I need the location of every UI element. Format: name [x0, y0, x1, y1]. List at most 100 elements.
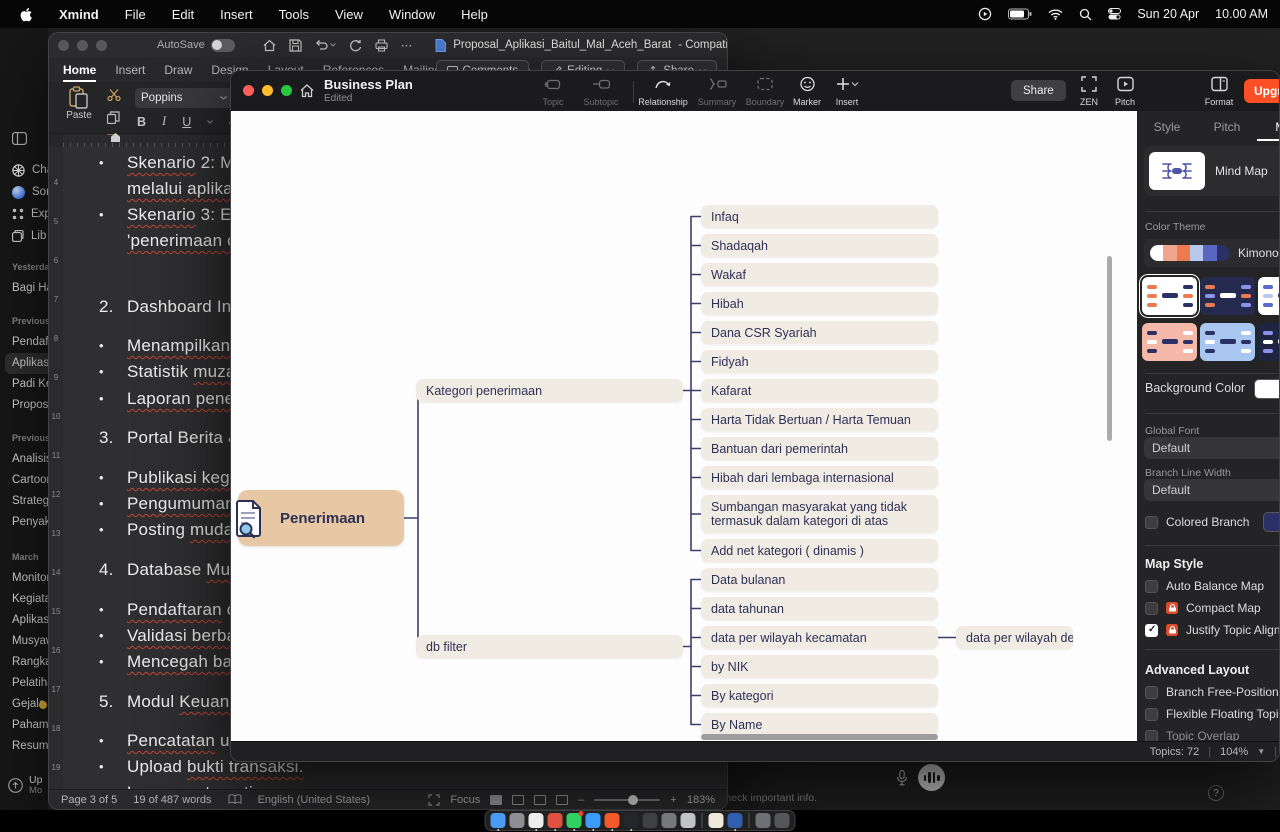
chat-history-item[interactable]: Musyaw [0, 631, 48, 652]
mindmap-topic[interactable]: data per wilayah desa [956, 626, 1073, 649]
mindmap-canvas[interactable]: Penerimaan Kategori penerimaan db filter… [231, 111, 1137, 743]
media-playing-icon[interactable] [978, 7, 992, 21]
dock-app[interactable] [662, 813, 677, 828]
menu-item[interactable]: File [125, 7, 146, 22]
insert-tool[interactable]: Insert [821, 76, 873, 110]
subtopic-tool[interactable]: Subtopic [575, 76, 627, 110]
compact-map-checkbox[interactable] [1145, 602, 1158, 615]
chat-history-item[interactable]: Penyakit [0, 512, 48, 533]
theme-thumbnail-selected[interactable] [1142, 277, 1197, 315]
redo-icon[interactable] [349, 39, 362, 52]
mindmap-topic[interactable]: Hibah dari lembaga internasional [701, 466, 938, 489]
chat-history-item[interactable]: Resume [0, 736, 48, 757]
voice-mode-button[interactable] [918, 764, 945, 791]
theme-thumbnail[interactable] [1258, 323, 1280, 361]
draft-view-icon[interactable] [556, 795, 568, 805]
panel-tab-style[interactable]: Style [1137, 115, 1197, 141]
mindmap-topic[interactable]: data tahunan [701, 597, 938, 620]
font-family-select[interactable]: Poppins [135, 88, 233, 108]
proofing-icon[interactable] [228, 794, 242, 805]
page-indicator[interactable]: Page 3 of 5 [61, 794, 117, 806]
theme-thumbnail[interactable] [1200, 323, 1255, 361]
flexible-floating-topic-checkbox[interactable] [1145, 708, 1158, 721]
mindmap-topic[interactable]: Kafarat [701, 379, 938, 402]
sidebar-item-explore[interactable]: Exp [12, 204, 48, 224]
central-topic[interactable]: Penerimaan [238, 490, 404, 546]
dock-app[interactable] [605, 813, 620, 828]
theme-thumbnail[interactable] [1142, 323, 1197, 361]
mindmap-topic[interactable]: Data bulanan [701, 568, 938, 591]
sidebar-toggle-icon[interactable] [12, 132, 27, 145]
upgrade-button[interactable]: Upgrade [1244, 79, 1280, 103]
panel-tab-pitch[interactable]: Pitch [1197, 115, 1257, 141]
dock-app[interactable] [775, 813, 790, 828]
help-button[interactable]: ? [1208, 785, 1224, 801]
tab-home[interactable]: Home [63, 57, 96, 82]
dock-app[interactable] [586, 813, 601, 828]
bold-button[interactable]: B [137, 115, 146, 129]
pitch-tool[interactable]: Pitch [1099, 76, 1151, 110]
dock-app[interactable] [709, 813, 724, 828]
branch-line-width-select[interactable]: Default [1144, 479, 1280, 501]
dock-app[interactable] [567, 813, 582, 828]
mindmap-topic[interactable]: Dana CSR Syariah [701, 321, 938, 344]
zoom-button[interactable] [96, 40, 107, 51]
tab-insert[interactable]: Insert [115, 57, 145, 82]
mindmap-topic[interactable]: By kategori [701, 684, 938, 707]
menu-item[interactable]: Window [389, 7, 435, 22]
panel-tab-map[interactable]: Map [1257, 115, 1280, 141]
map-title[interactable]: Business Plan [324, 77, 413, 92]
menu-item[interactable]: Insert [220, 7, 253, 22]
branch-color-swatch[interactable] [1263, 512, 1280, 532]
dock-app[interactable] [510, 813, 525, 828]
chat-history-item[interactable]: Padi Ken [0, 374, 48, 395]
mindmap-topic[interactable]: data per wilayah kecamatan [701, 626, 938, 649]
web-layout-icon[interactable] [534, 795, 546, 805]
cut-icon[interactable] [107, 89, 121, 101]
mindmap-topic[interactable]: Bantuan dari pemerintah [701, 437, 938, 460]
sidebar-item-sora[interactable]: Sor [12, 182, 48, 202]
sidebar-item-library[interactable]: Lib [12, 226, 46, 246]
dock-app[interactable] [643, 813, 658, 828]
menu-item[interactable]: Edit [172, 7, 194, 22]
copy-icon[interactable] [107, 111, 120, 124]
chat-history-item[interactable]: Monitori [0, 568, 48, 589]
theme-thumbnail[interactable] [1200, 277, 1255, 315]
background-color-swatch[interactable] [1254, 379, 1280, 399]
main-topic[interactable]: Kategori penerimaan [416, 379, 683, 402]
chevron-down-icon[interactable] [330, 43, 336, 47]
vertical-scrollbar[interactable] [1107, 256, 1112, 441]
dock-app[interactable] [491, 813, 506, 828]
sidebar-item-chatgpt[interactable]: Cha [12, 160, 48, 180]
indent-marker[interactable] [111, 133, 120, 142]
italic-button[interactable]: I [162, 114, 166, 129]
mindmap-topic[interactable]: Sumbangan masyarakat yang tidak termasuk… [701, 495, 938, 533]
chevron-down-icon[interactable]: ▼ [1257, 747, 1265, 756]
main-topic[interactable]: db filter [416, 635, 683, 658]
chat-history-item[interactable]: Aplikasi [0, 353, 48, 374]
mindmap-topic[interactable]: By Name [701, 713, 938, 736]
sidebar-upgrade-item[interactable]: UpMo [8, 775, 42, 796]
tab-draw[interactable]: Draw [164, 57, 192, 82]
minimize-button[interactable] [262, 85, 273, 96]
minimize-button[interactable] [77, 40, 88, 51]
mindmap-topic[interactable]: Add net kategori ( dinamis ) [701, 539, 938, 562]
structure-card[interactable]: Mind Map [1144, 146, 1280, 196]
wifi-icon[interactable] [1048, 9, 1063, 20]
mindmap-topic[interactable]: Harta Tidak Bertuan / Harta Temuan [701, 408, 938, 431]
language-indicator[interactable]: English (United States) [258, 794, 371, 806]
underline-button[interactable]: U [182, 115, 191, 129]
dock-app[interactable] [756, 813, 771, 828]
paste-button[interactable]: Paste [59, 86, 99, 121]
dock-app[interactable] [681, 813, 696, 828]
share-button[interactable]: Share [1011, 80, 1066, 101]
chat-history-item[interactable]: Pendafta [0, 332, 48, 353]
zoom-in-button[interactable]: + [670, 794, 676, 806]
chat-history-item[interactable]: Cartoon [0, 470, 48, 491]
print-layout-icon[interactable] [512, 795, 524, 805]
print-icon[interactable] [375, 39, 388, 52]
mindmap-topic[interactable]: Hibah [701, 292, 938, 315]
chat-history-item[interactable]: Kegiatan [0, 589, 48, 610]
chat-history-item[interactable]: Proposa [0, 395, 48, 416]
dock-app[interactable] [529, 813, 544, 828]
